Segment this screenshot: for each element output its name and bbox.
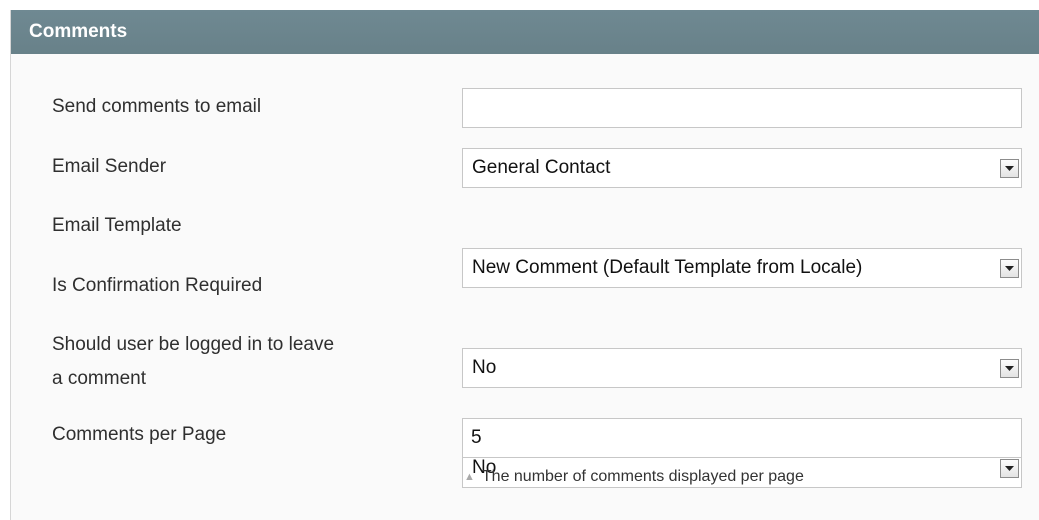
comments-per-page-field-wrap: [462, 418, 1023, 458]
comments-config-panel: Comments Send comments to email Email Se…: [10, 10, 1039, 520]
send-to-email-input[interactable]: [463, 89, 1023, 127]
comments-per-page-label: Comments per Page: [52, 424, 227, 445]
logged-in-required-label-line1: Should user be logged in to leave: [52, 334, 335, 355]
chevron-down-icon[interactable]: [1000, 459, 1019, 478]
email-sender-label: Email Sender: [52, 156, 167, 177]
email-template-label: Email Template: [52, 215, 182, 236]
section-header[interactable]: Comments: [11, 10, 1039, 54]
comments-per-page-input[interactable]: [463, 419, 1023, 457]
email-sender-select[interactable]: General Contact: [462, 148, 1022, 188]
send-to-email-field-wrap: [462, 88, 1023, 128]
email-template-value: New Comment (Default Template from Local…: [472, 257, 863, 278]
send-to-email-label: Send comments to email: [52, 96, 262, 117]
comments-per-page-note-text: The number of comments displayed per pag…: [481, 468, 804, 485]
email-template-select[interactable]: New Comment (Default Template from Local…: [462, 248, 1022, 288]
chevron-down-icon[interactable]: [1000, 159, 1019, 178]
comments-per-page-note: ▲ The number of comments displayed per pa…: [464, 467, 804, 488]
confirmation-required-select[interactable]: No: [462, 348, 1022, 388]
chevron-down-icon[interactable]: [1000, 259, 1019, 278]
confirmation-required-value: No: [472, 357, 497, 378]
chevron-down-icon[interactable]: [1000, 359, 1019, 378]
logged-in-required-label-line2: a comment: [52, 368, 146, 389]
triangle-up-icon: ▲: [464, 471, 475, 483]
email-sender-value: General Contact: [472, 157, 611, 178]
confirmation-required-label: Is Confirmation Required: [52, 275, 263, 296]
